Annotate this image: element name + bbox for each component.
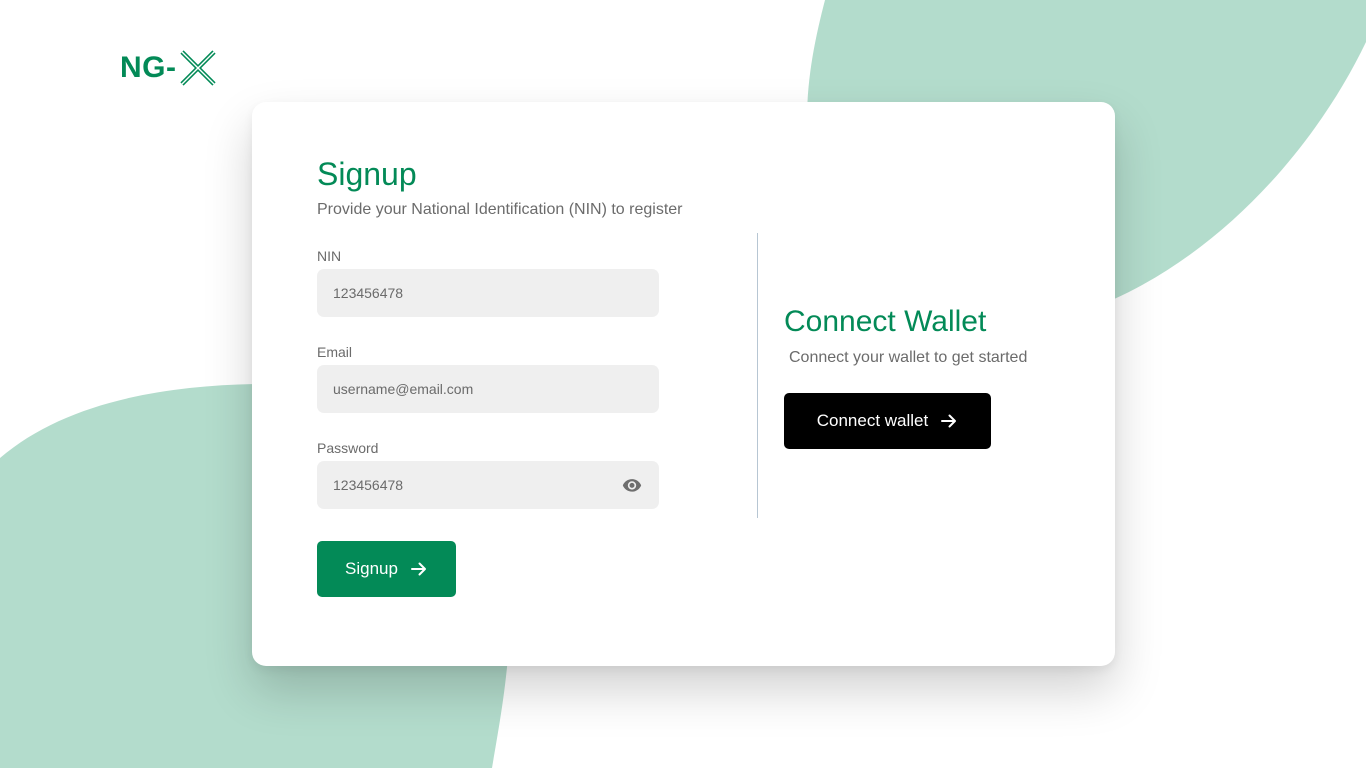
signup-card: Signup Provide your National Identificat… bbox=[252, 102, 1115, 666]
signup-button[interactable]: Signup bbox=[317, 541, 456, 597]
email-field bbox=[317, 365, 659, 413]
password-input[interactable] bbox=[317, 461, 659, 509]
connect-wallet-button[interactable]: Connect wallet bbox=[784, 393, 991, 449]
logo-text: NG- bbox=[120, 51, 177, 84]
nin-field bbox=[317, 269, 659, 317]
page: NG- Signup Provide your National Identif… bbox=[0, 0, 1366, 768]
nin-label: NIN bbox=[317, 248, 342, 264]
connect-wallet-button-label: Connect wallet bbox=[816, 411, 929, 430]
password-label: Password bbox=[317, 440, 379, 456]
email-input[interactable] bbox=[317, 365, 659, 413]
connect-wallet-title: Connect Wallet bbox=[784, 305, 987, 338]
signup-title: Signup bbox=[317, 156, 417, 192]
password-field bbox=[317, 461, 659, 509]
arrow-right-icon bbox=[941, 414, 957, 428]
vertical-divider bbox=[757, 233, 758, 518]
signup-button-label: Signup bbox=[345, 559, 398, 578]
x-logo-icon bbox=[179, 50, 216, 86]
signup-subtitle: Provide your National Identification (NI… bbox=[317, 201, 683, 218]
connect-wallet-subtitle: Connect your wallet to get started bbox=[789, 349, 1028, 366]
arrow-right-icon bbox=[410, 562, 426, 576]
logo[interactable]: NG- bbox=[120, 48, 217, 88]
email-label: Email bbox=[317, 344, 353, 360]
nin-input[interactable] bbox=[317, 269, 659, 317]
eye-icon[interactable] bbox=[621, 475, 643, 495]
